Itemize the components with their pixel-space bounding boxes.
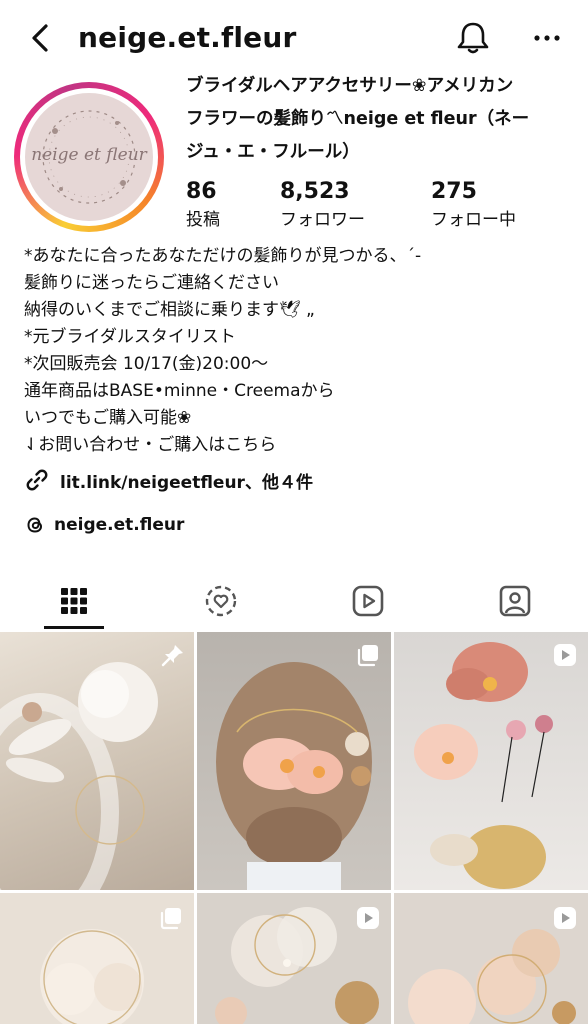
full-name-line: ジュ・エ・フルール） [186,142,360,162]
stat-label: フォロワー [280,210,365,230]
tab-reels[interactable] [294,572,441,630]
avatar: neige et fleur [25,93,153,221]
full-name-line: ブライダルヘアアクセサリー❀アメリカン [186,76,514,96]
back-arrow-icon[interactable] [24,20,60,56]
tab-reposts[interactable] [147,572,294,630]
link-icon [26,469,48,491]
followers-stat[interactable]: 8,523 フォロワー [280,178,365,232]
carousel-icon [160,908,181,930]
bell-icon[interactable] [456,20,490,56]
grid-icon [60,588,87,614]
grid-post[interactable] [197,632,391,890]
grid-post[interactable] [394,893,588,1024]
reel-icon [357,907,379,929]
avatar-logo-text: neige et fleur [31,145,147,165]
profile-link[interactable]: lit.link/neigeetfleur、他４件 [24,464,313,496]
profile-full-name: ブライダルヘアアクセサリー❀アメリカン フラワーの髪飾り〽neige et fl… [186,70,576,169]
grid-post[interactable] [0,893,194,1024]
following-stat[interactable]: 275 フォロー中 [431,178,516,232]
tab-tagged[interactable] [441,572,588,630]
story-ring[interactable]: neige et fleur [14,82,164,232]
post-thumbnail [216,662,372,890]
threads-badge[interactable]: neige.et.fleur [24,510,184,540]
active-tab-indicator [44,626,104,629]
grid-post[interactable] [197,893,391,1024]
post-thumbnail [0,662,158,890]
grid-post[interactable] [394,632,588,890]
threads-icon [27,517,43,533]
profile-username: neige.et.fleur [78,21,297,54]
tab-posts[interactable] [0,572,147,630]
post-thumbnail [414,642,553,889]
reel-icon [554,644,576,666]
full-name-line: フラワーの髪飾り〽neige et fleur（ネー [186,109,530,129]
reels-icon [352,585,383,617]
posts-grid [0,632,588,1024]
bio-line: 通年商品はBASE•minne・Creemaから [24,381,335,401]
profile-tabs [0,572,588,630]
bio-line: *次回販売会 10/17(金)20:00～ [24,354,269,374]
threads-handle: neige.et.fleur [54,515,185,535]
bio-line: *あなたに合ったあなただけの髪飾りが見つかる、´- [24,246,422,266]
stat-value: 86 [186,179,217,204]
bio-line: いつでもご購入可能❀ [24,408,192,428]
profile-bio: *あなたに合ったあなただけの髪飾りが見つかる、´- 髪飾りに迷ったらご連絡くださ… [24,243,574,459]
bio-line: ⇃お問い合わせ・ご購入はこちら [24,435,277,455]
stat-label: 投稿 [186,210,220,230]
link-text: lit.link/neigeetfleur、他４件 [60,472,313,493]
reel-icon [554,907,576,929]
stat-value: 8,523 [280,179,350,204]
grid-post[interactable] [0,632,194,890]
bio-line: 納得のいくまでご相談に乗ります🕊 „ [24,300,315,320]
stat-value: 275 [431,179,477,204]
tagged-person-icon [499,585,530,617]
more-options-icon[interactable] [530,22,564,54]
bio-line: 髪飾りに迷ったらご連絡ください [24,273,279,293]
pin-icon [161,645,183,667]
repost-heart-icon [205,585,236,617]
stat-label: フォロー中 [431,210,516,230]
carousel-icon [357,645,378,667]
posts-count-stat[interactable]: 86 投稿 [186,178,220,232]
bio-line: *元ブライダルスタイリスト [24,327,236,347]
